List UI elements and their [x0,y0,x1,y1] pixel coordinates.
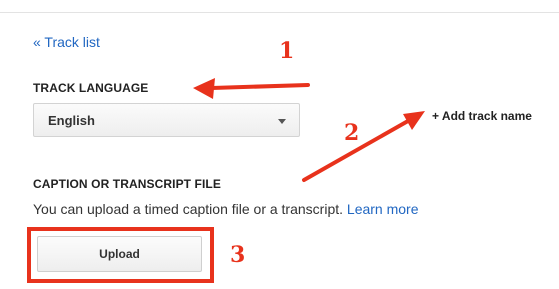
caption-file-description: You can upload a timed caption file or a… [33,201,419,217]
track-list-link[interactable]: « Track list [33,34,100,50]
track-language-heading: TRACK LANGUAGE [33,81,149,95]
caption-upload-page: « Track list TRACK LANGUAGE English + Ad… [0,0,559,289]
add-track-name-link[interactable]: + Add track name [432,109,532,123]
annotation-number-2: 2 [344,120,360,146]
learn-more-link[interactable]: Learn more [347,201,419,217]
caption-file-heading: CAPTION OR TRANSCRIPT FILE [33,177,221,191]
caption-file-description-text: You can upload a timed caption file or a… [33,201,344,217]
annotation-number-3: 3 [230,242,246,268]
annotation-arrow-1 [193,78,310,99]
track-language-value: English [48,113,95,128]
annotation-arrow-2 [302,111,425,182]
chevron-down-icon [278,119,286,124]
upload-button[interactable]: Upload [37,236,202,272]
track-language-select[interactable]: English [33,103,300,137]
annotation-number-1: 1 [279,38,295,64]
top-divider [0,12,559,13]
